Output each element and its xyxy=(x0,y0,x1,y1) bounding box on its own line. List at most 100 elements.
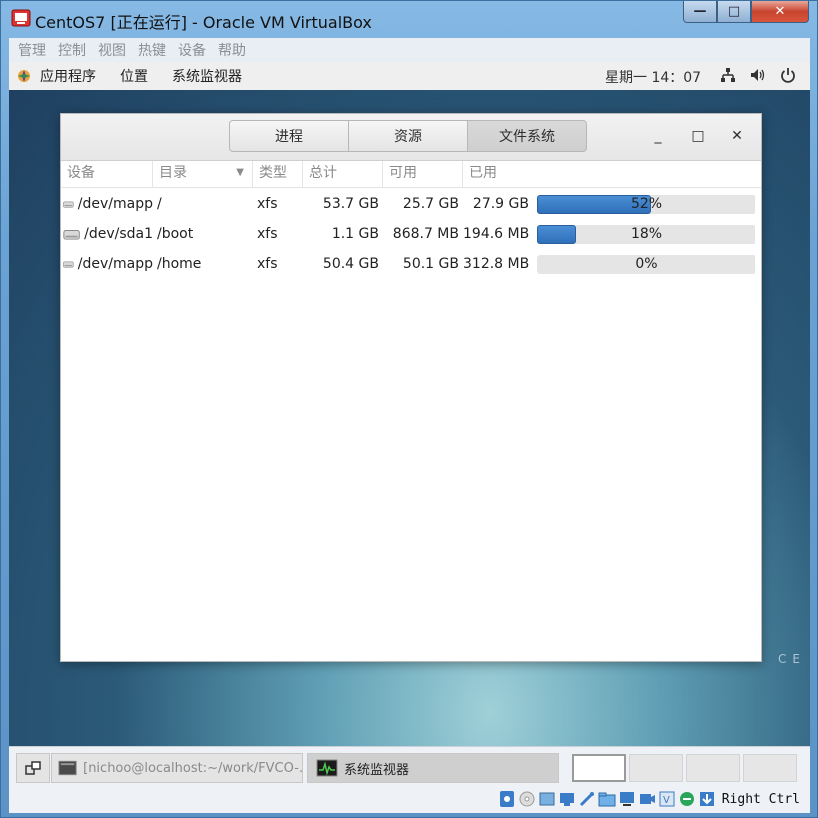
usage-percent: 0% xyxy=(635,255,658,272)
close-icon: ✕ xyxy=(774,4,786,19)
usage-bar-cell: 52% xyxy=(533,194,755,214)
total-cell: 53.7 GB xyxy=(322,196,379,212)
table-header: 设备 目录 ▼ 类型 总计 可用 已用 xyxy=(61,161,761,188)
system-monitor-window: 进程 资源 文件系统 _ □ ✕ 设备 目录 ▼ 类型 总计 可用 已用 /de… xyxy=(60,113,762,662)
places-menu[interactable]: 位置 xyxy=(120,66,148,86)
applications-menu[interactable]: 应用程序 xyxy=(40,66,96,86)
workspace-3[interactable] xyxy=(686,754,740,782)
usage-bar: 0% xyxy=(537,254,755,274)
sysmon-close-button[interactable]: ✕ xyxy=(728,128,746,144)
column-available[interactable]: 可用 xyxy=(383,161,463,187)
taskbar-terminal-label: [nichoo@localhost:~/work/FVCO-… xyxy=(83,760,302,776)
harddisk-icon xyxy=(63,261,74,268)
taskbar-sysmon-label: 系统监视器 xyxy=(344,762,410,778)
menu-hotkeys[interactable]: 热键 xyxy=(138,40,166,60)
minimize-button[interactable]: — xyxy=(683,1,717,23)
device-name: /dev/mapp xyxy=(77,196,153,212)
caption-buttons: — □ ✕ xyxy=(683,1,809,25)
table-row[interactable]: /dev/mapp / xfs 53.7 GB 25.7 GB 27.9 GB … xyxy=(61,189,761,219)
column-total[interactable]: 总计 xyxy=(303,161,383,187)
host-key-label: Right Ctrl xyxy=(721,791,800,807)
usage-percent: 52% xyxy=(630,195,663,212)
tab-processes[interactable]: 进程 xyxy=(229,120,349,152)
tab-resources[interactable]: 资源 xyxy=(348,120,468,152)
virtualbox-window: CentOS7 [正在运行] - Oracle VM VirtualBox — … xyxy=(0,0,818,818)
show-desktop-icon xyxy=(25,761,41,775)
type-cell: xfs xyxy=(257,226,278,242)
workspace-1[interactable] xyxy=(572,754,626,782)
guest-top-panel: 应用程序 位置 系统监视器 星期一 14：07 xyxy=(9,62,810,91)
show-desktop-button[interactable] xyxy=(16,753,50,783)
maximize-icon: □ xyxy=(727,4,741,19)
used-cell: 194.6 MB xyxy=(463,226,530,242)
mouse-integration-icon[interactable] xyxy=(678,790,696,808)
sort-arrow-icon: ▼ xyxy=(236,167,244,178)
audio-icon[interactable] xyxy=(538,790,556,808)
device-cell: /dev/sda1 xyxy=(61,226,153,242)
network-adapter-icon[interactable] xyxy=(558,790,576,808)
harddisk-icon xyxy=(63,230,80,240)
network-icon[interactable] xyxy=(720,67,736,83)
system-tray xyxy=(720,67,796,83)
applications-icon xyxy=(18,70,30,82)
column-directory[interactable]: 目录 ▼ xyxy=(153,161,253,187)
workspace-4[interactable] xyxy=(743,754,797,782)
tab-filesystems[interactable]: 文件系统 xyxy=(467,120,587,152)
usage-percent: 18% xyxy=(630,225,663,242)
harddisk-activity-icon[interactable] xyxy=(498,790,516,808)
type-cell: xfs xyxy=(257,196,278,212)
device-cell: /dev/mapp xyxy=(61,256,153,272)
column-device[interactable]: 设备 xyxy=(61,161,153,187)
virtualbox-icon xyxy=(11,9,31,27)
menu-control[interactable]: 控制 xyxy=(58,40,86,60)
sysmon-minimize-button[interactable]: _ xyxy=(649,128,667,144)
terminal-icon xyxy=(58,760,77,776)
vt-x-icon[interactable]: V xyxy=(658,790,676,808)
sysmon-maximize-button[interactable]: □ xyxy=(689,128,707,144)
harddisk-icon xyxy=(63,201,74,208)
bottom-bar: [nichoo@localhost:~/work/FVCO-… 系统监视器 V … xyxy=(9,746,810,813)
panel-clock[interactable]: 星期一 14：07 xyxy=(605,67,701,87)
column-used[interactable]: 已用 xyxy=(463,161,755,187)
device-name: /dev/mapp xyxy=(77,256,153,272)
optical-drive-icon[interactable] xyxy=(518,790,536,808)
device-name: /dev/sda1 xyxy=(84,226,153,242)
sysmon-menu[interactable]: 系统监视器 xyxy=(172,66,242,86)
maximize-button[interactable]: □ xyxy=(717,1,751,23)
desktop-watermark: CE xyxy=(778,652,806,666)
menu-help[interactable]: 帮助 xyxy=(218,40,246,60)
table-row[interactable]: /dev/mapp /home xfs 50.4 GB 50.1 GB 312.… xyxy=(61,249,761,279)
total-cell: 1.1 GB xyxy=(331,226,379,242)
sysmon-header[interactable]: 进程 资源 文件系统 _ □ ✕ xyxy=(61,114,761,161)
shared-folder-icon[interactable] xyxy=(598,790,616,808)
keyboard-capture-icon[interactable] xyxy=(698,790,716,808)
recording-icon[interactable] xyxy=(638,790,656,808)
usb-icon[interactable] xyxy=(578,790,596,808)
sysmon-tabs: 进程 资源 文件系统 xyxy=(229,120,587,152)
menu-view[interactable]: 视图 xyxy=(98,40,126,60)
directory-cell: /home xyxy=(157,256,202,272)
taskbar-sysmon[interactable]: 系统监视器 xyxy=(307,753,559,783)
volume-icon[interactable] xyxy=(750,67,766,83)
usage-bar-cell: 18% xyxy=(533,224,755,244)
display-icon[interactable] xyxy=(618,790,636,808)
menu-machine[interactable]: 管理 xyxy=(18,40,46,60)
power-icon[interactable] xyxy=(780,67,796,83)
window-titlebar[interactable]: CentOS7 [正在运行] - Oracle VM VirtualBox — … xyxy=(1,1,817,37)
directory-cell: /boot xyxy=(157,226,194,242)
usage-bar: 52% xyxy=(537,194,755,214)
close-button[interactable]: ✕ xyxy=(751,1,809,23)
taskbar-terminal[interactable]: [nichoo@localhost:~/work/FVCO-… xyxy=(51,753,303,783)
column-directory-label: 目录 xyxy=(159,165,187,181)
column-type[interactable]: 类型 xyxy=(253,161,303,187)
sysmon-app-icon xyxy=(316,759,338,777)
menu-devices[interactable]: 设备 xyxy=(178,40,206,60)
workspace-2[interactable] xyxy=(629,754,683,782)
table-row[interactable]: /dev/sda1 /boot xfs 1.1 GB 868.7 MB 194.… xyxy=(61,219,761,249)
vbox-status-icons: V Right Ctrl xyxy=(498,788,800,810)
total-cell: 50.4 GB xyxy=(322,256,379,272)
usage-bar: 18% xyxy=(537,224,755,244)
directory-cell: / xyxy=(157,196,162,212)
svg-text:V: V xyxy=(663,795,670,806)
type-cell: xfs xyxy=(257,256,278,272)
